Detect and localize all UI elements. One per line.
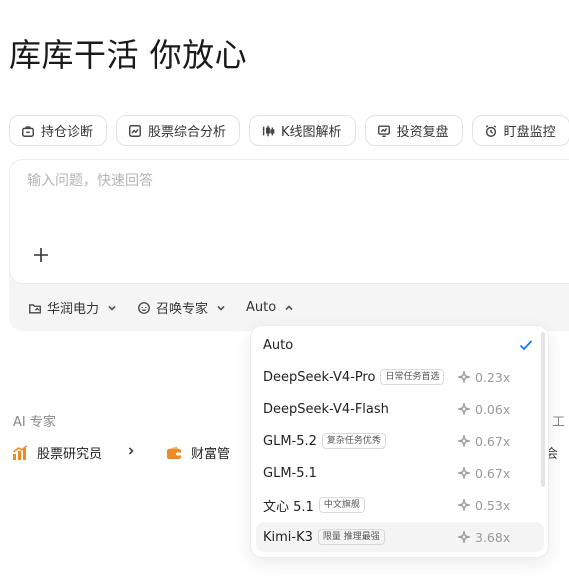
plus-icon xyxy=(34,248,48,262)
wallet-icon xyxy=(167,446,182,459)
model-cost-value: 0.67x xyxy=(475,433,511,449)
chart-line-icon xyxy=(129,124,141,137)
composer-toolbar: 华润电力 召唤专家 Auto xyxy=(28,298,294,317)
chip-holding-diagnosis[interactable]: 持仓诊断 xyxy=(9,115,108,146)
sparkle-icon xyxy=(458,403,470,415)
candlestick-icon xyxy=(262,125,275,136)
model-cost: 0.67x xyxy=(458,466,510,481)
chevron-down-icon xyxy=(108,305,116,311)
stock-selector-label: 华润电力 xyxy=(47,302,100,317)
expert-stock-researcher[interactable]: 股票研究员 xyxy=(12,443,102,462)
model-badge: 复杂任务优秀 xyxy=(321,433,386,449)
chevron-down-icon xyxy=(217,305,225,311)
model-cost: 0.23x xyxy=(458,370,510,385)
briefcase-icon xyxy=(22,125,34,137)
expert-label: 股票研究员 xyxy=(37,447,103,462)
model-option-name: GLM-5.2 xyxy=(263,433,317,449)
page-title: 库库干活 你放心 xyxy=(9,36,248,74)
model-cost: 3.68x xyxy=(458,530,510,545)
question-input[interactable] xyxy=(27,173,527,189)
model-cost-value: 0.23x xyxy=(475,369,511,385)
chip-label: 盯盘监控 xyxy=(503,125,556,140)
monitor-chart-icon xyxy=(377,124,390,137)
summon-expert-label: 召唤专家 xyxy=(156,302,209,317)
model-option-wenxin-5-1[interactable]: 文心 5.1 中文旗舰 0.53x xyxy=(256,490,544,520)
model-option-name: DeepSeek-V4-Flash xyxy=(263,401,389,417)
chevron-right-icon[interactable] xyxy=(126,445,136,460)
section-heading-partial: 工 xyxy=(552,415,566,430)
model-badge: 限量 推理最强 xyxy=(317,529,385,545)
model-option-name: Kimi-K3 xyxy=(263,529,313,545)
model-badge: 日常任务首选 xyxy=(380,369,445,385)
expert-face-icon xyxy=(138,301,150,314)
experts-row: 股票研究员 财富管 xyxy=(12,443,230,462)
model-option-kimi-k3[interactable]: Kimi-K3 限量 推理最强 3.68x xyxy=(256,522,544,552)
sparkle-icon xyxy=(458,435,470,447)
model-selector-label: Auto xyxy=(246,300,277,315)
chip-label: 股票综合分析 xyxy=(148,125,227,140)
model-cost-value: 0.06x xyxy=(475,401,511,417)
model-selector[interactable]: Auto xyxy=(246,298,294,317)
chip-label: 投资复盘 xyxy=(396,125,449,140)
bar-chart-icon xyxy=(13,444,27,460)
chip-watch-monitor[interactable]: 盯盘监控 xyxy=(471,115,569,146)
stock-folder-icon xyxy=(29,303,41,313)
model-badge: 中文旗舰 xyxy=(318,497,365,513)
sparkle-icon xyxy=(458,499,470,511)
chip-label: 持仓诊断 xyxy=(41,125,94,140)
model-option-glm-5-2[interactable]: GLM-5.2 复杂任务优秀 0.67x xyxy=(256,426,544,456)
model-option-name: GLM-5.1 xyxy=(263,465,317,481)
stock-selector[interactable]: 华润电力 xyxy=(28,298,117,317)
model-option-name: 文心 5.1 xyxy=(263,499,314,515)
summon-expert-selector[interactable]: 召唤专家 xyxy=(137,298,226,317)
model-cost-value: 0.53x xyxy=(475,497,511,513)
chip-investment-review[interactable]: 投资复盘 xyxy=(364,115,463,146)
model-option-glm-5-1[interactable]: GLM-5.1 0.67x xyxy=(256,458,544,488)
expert-label: 财富管 xyxy=(191,447,231,462)
model-cost: 0.67x xyxy=(458,434,510,449)
add-attachment-button[interactable] xyxy=(30,244,52,266)
expert-wealth-manager[interactable]: 财富管 xyxy=(166,443,230,462)
model-option-deepseek-v4-pro[interactable]: DeepSeek-V4-Pro 日常任务首选 0.23x xyxy=(256,362,544,392)
composer-box xyxy=(9,159,569,284)
sparkle-icon xyxy=(458,467,470,479)
chevron-up-icon xyxy=(285,304,293,310)
chip-stock-analysis[interactable]: 股票综合分析 xyxy=(116,115,241,146)
model-option-name: DeepSeek-V4-Pro xyxy=(263,369,376,385)
model-option-deepseek-v4-flash[interactable]: DeepSeek-V4-Flash 0.06x xyxy=(256,394,544,424)
model-cost: 0.53x xyxy=(458,498,510,513)
ai-experts-heading: AI 专家 xyxy=(13,415,56,430)
chip-label: K线图解析 xyxy=(281,125,342,140)
model-cost-value: 0.67x xyxy=(475,465,511,481)
model-cost-value: 3.68x xyxy=(475,529,511,545)
model-dropdown: Auto DeepSeek-V4-Pro 日常任务首选 0.23x DeepSe… xyxy=(250,325,549,558)
quick-action-chips: 持仓诊断 股票综合分析 K线图解析 投资复盘 盯盘监控 xyxy=(9,115,569,146)
model-option-name: Auto xyxy=(263,337,294,353)
model-cost: 0.06x xyxy=(458,402,510,417)
sparkle-icon xyxy=(458,371,470,383)
chip-kline-analysis[interactable]: K线图解析 xyxy=(249,115,356,146)
model-option-auto[interactable]: Auto xyxy=(256,330,544,360)
check-icon xyxy=(519,339,533,351)
alarm-clock-icon xyxy=(485,124,496,137)
sparkle-icon xyxy=(458,531,470,543)
